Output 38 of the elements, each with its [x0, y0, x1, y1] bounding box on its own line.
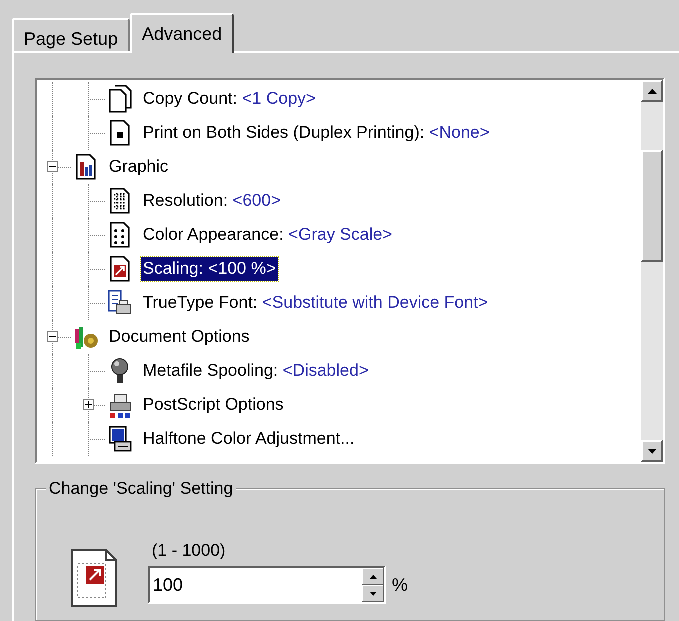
scaling-input[interactable]: 100 — [148, 566, 386, 604]
page-icon — [107, 119, 133, 147]
up-arrow-icon — [648, 88, 656, 94]
collapse-toggle[interactable] — [47, 162, 58, 172]
percent-label: % — [392, 574, 408, 597]
expand-toggle[interactable] — [83, 400, 94, 410]
up-arrow-icon — [370, 574, 376, 578]
spin-down-button[interactable] — [362, 585, 384, 602]
scroll-up-button[interactable] — [641, 80, 663, 102]
collapse-toggle[interactable] — [47, 332, 58, 342]
range-label: (1 - 1000) — [152, 540, 226, 562]
tree-item-label[interactable]: PostScript Options — [141, 393, 286, 417]
down-arrow-icon — [648, 448, 656, 454]
tab[interactable]: Advanced — [130, 13, 234, 53]
dots-icon — [107, 221, 133, 249]
tree-item-label[interactable]: Print on Both Sides (Duplex Printing): <None> — [141, 121, 492, 145]
document-icon — [107, 85, 133, 113]
scroll-down-button[interactable] — [641, 440, 663, 462]
scaling-page-icon — [70, 548, 118, 608]
scroll-thumb[interactable] — [641, 150, 663, 262]
tree-item-label[interactable]: Graphic — [107, 155, 171, 179]
tree-item-label[interactable]: Metafile Spooling: <Disabled> — [141, 359, 371, 383]
tree-item-label[interactable]: TrueType Font: <Substitute with Device Font> — [141, 291, 490, 315]
monitor-icon — [107, 425, 133, 453]
scaling-icon — [107, 255, 133, 283]
grid-icon — [107, 187, 133, 215]
tree-item-label[interactable]: Resolution: <600> — [141, 189, 284, 213]
printer-icon — [107, 289, 133, 317]
vertical-scrollbar[interactable] — [641, 80, 663, 462]
tree-item-label[interactable]: Color Appearance: <Gray Scale> — [141, 223, 394, 247]
tree-item-label[interactable]: Copy Count: <1 Copy> — [141, 87, 318, 111]
tree-item-label[interactable]: Halftone Color Adjustment... — [141, 427, 357, 451]
down-arrow-icon — [370, 592, 376, 596]
tab[interactable]: Page Setup — [12, 18, 130, 52]
chart-icon — [73, 153, 99, 181]
tree-item-label[interactable]: Document Options — [107, 325, 252, 349]
spin-up-button[interactable] — [362, 568, 384, 585]
tree-item-label[interactable]: Scaling: <100 %> — [141, 257, 278, 281]
